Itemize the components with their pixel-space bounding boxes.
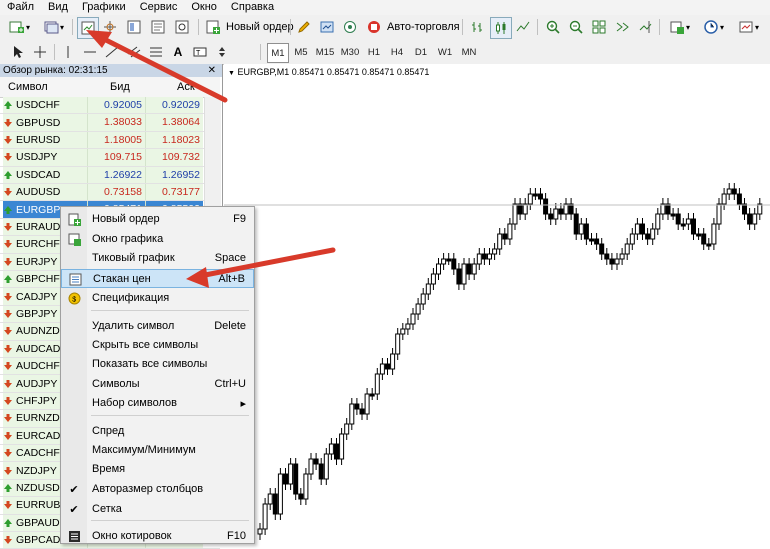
annotation-arrow-toolbar — [86, 30, 228, 103]
annotation-arrows — [86, 30, 336, 288]
annotation-arrow-menu — [186, 247, 336, 288]
